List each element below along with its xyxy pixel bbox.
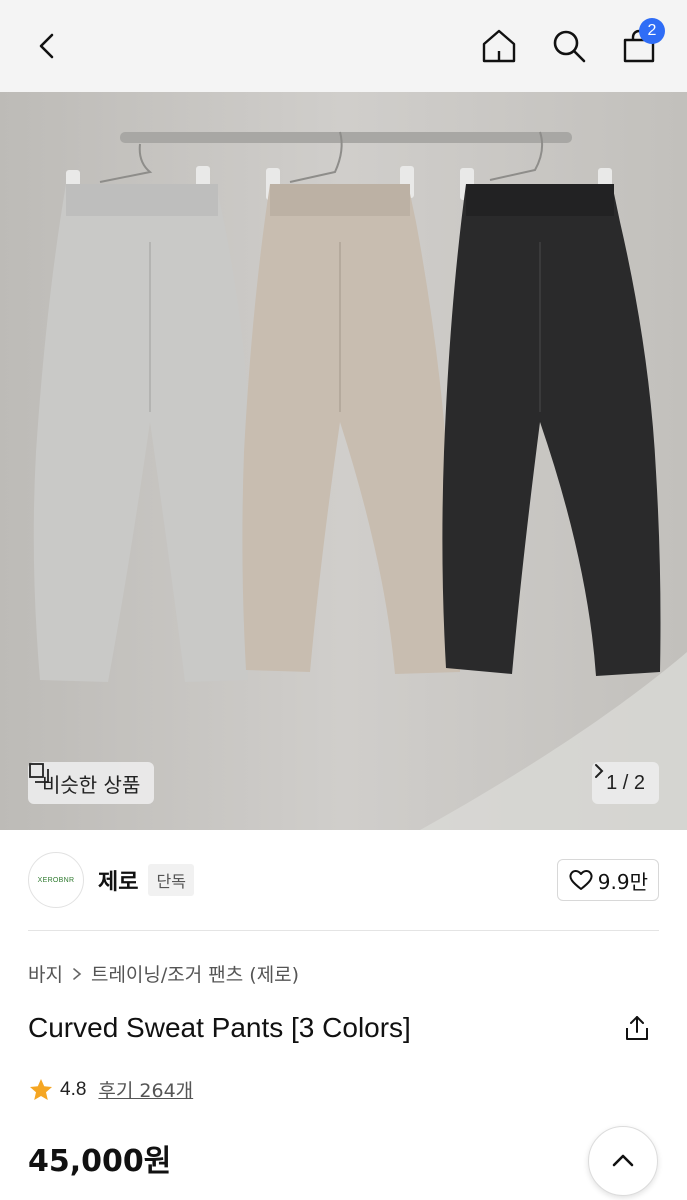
exclusive-badge: 단독 [148, 864, 194, 896]
rating-value: 4.8 [60, 1078, 87, 1100]
chevron-right-icon [73, 967, 82, 980]
like-button[interactable]: 9.9만 [556, 859, 659, 901]
review-count-link[interactable]: 후기 264개 [98, 1076, 193, 1103]
share-button[interactable] [615, 1006, 659, 1050]
image-pager[interactable]: 1 / 2 [592, 762, 659, 804]
brand-row: XEROBNR 제로 단독 9.9만 [28, 852, 659, 908]
cart-count-badge: 2 [639, 18, 665, 44]
brand-logo[interactable]: XEROBNR [28, 852, 84, 908]
chevron-up-icon [612, 1154, 634, 1167]
breadcrumb: 바지 트레이닝/조거 팬츠 (제로) [28, 960, 299, 987]
breadcrumb-item[interactable]: 바지 [28, 960, 63, 987]
title-row: Curved Sweat Pants [3 Colors] [28, 1006, 659, 1050]
back-button[interactable] [26, 24, 70, 68]
product-photo [0, 92, 687, 830]
cart-button[interactable]: 2 [617, 18, 665, 68]
similar-items-icon [29, 763, 49, 783]
product-price: 45,000원 [28, 1144, 172, 1179]
brand-logo-text: XEROBNR [37, 876, 75, 884]
similar-products-label: 비슷한 상품 [42, 772, 141, 797]
brand-name[interactable]: 제로 [98, 864, 138, 896]
pager-text: 1 / 2 [606, 771, 645, 794]
similar-products-button[interactable]: 비슷한 상품 [28, 762, 155, 804]
like-count: 9.9만 [597, 869, 648, 894]
chevron-right-icon [595, 764, 604, 778]
divider [28, 930, 659, 931]
product-title: Curved Sweat Pants [3 Colors] [28, 1012, 411, 1043]
product-image-carousel[interactable]: 비슷한 상품 1 / 2 [0, 92, 687, 830]
scroll-to-top-button[interactable] [588, 1126, 658, 1196]
home-button[interactable] [477, 24, 521, 68]
search-icon [553, 30, 586, 63]
chevron-left-icon [39, 33, 54, 59]
heart-icon [569, 870, 593, 890]
breadcrumb-item[interactable]: 트레이닝/조거 팬츠 (제로) [91, 960, 299, 987]
share-icon [626, 1016, 648, 1040]
rating-row: 4.8 후기 264개 [28, 1076, 193, 1103]
top-navigation-bar: 2 [0, 0, 687, 92]
search-button[interactable] [547, 24, 591, 68]
home-icon [482, 29, 516, 63]
star-icon [30, 1078, 52, 1100]
